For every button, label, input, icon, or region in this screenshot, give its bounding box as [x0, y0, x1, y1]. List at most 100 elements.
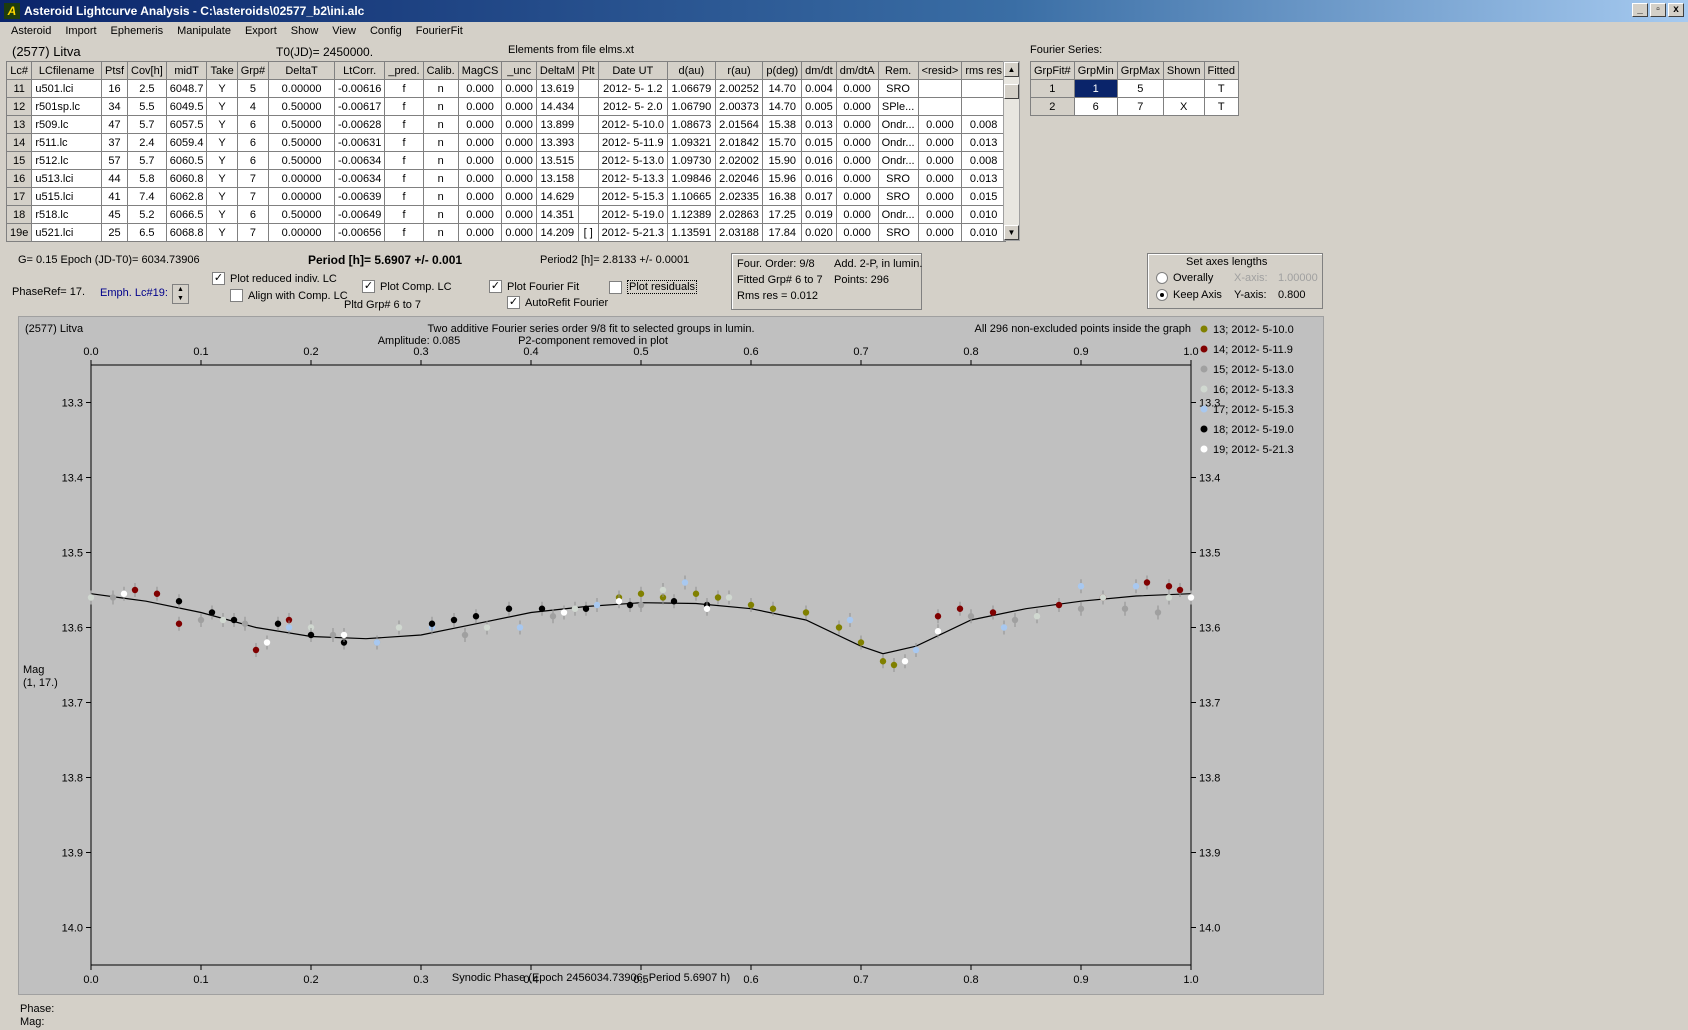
lc-table-cell[interactable]: 25: [101, 223, 128, 242]
lc-col-header[interactable]: dm/dt: [801, 61, 837, 80]
lc-table-cell[interactable]: 2.02046: [714, 169, 764, 188]
lc-table-cell[interactable]: 0.00000: [268, 79, 335, 98]
lc-table-cell[interactable]: 0.000: [835, 187, 879, 206]
fs-table-cell[interactable]: 2: [1030, 97, 1075, 116]
lc-table-cell[interactable]: 0.000: [457, 133, 503, 152]
lc-table-cell[interactable]: 15.70: [762, 133, 803, 152]
lc-table-cell[interactable]: 14.70: [762, 97, 803, 116]
lc-table-row[interactable]: 13 r509.lc 47 5.7 6057.5 Y 6 0.50000 -0.00628 f n 0…: [5, 115, 1006, 134]
lc-table-cell[interactable]: 6: [236, 133, 270, 152]
lc-table-cell[interactable]: n: [422, 187, 459, 206]
lc-table-cell[interactable]: [961, 79, 1006, 98]
lc-table-cell[interactable]: 1.08673: [667, 115, 716, 134]
lc-table-cell[interactable]: 0.019: [801, 205, 837, 224]
lc-table-row[interactable]: 19e u521.lci 25 6.5 6068.8 Y 7 0.00000 -0.00656 f…: [5, 223, 1006, 242]
minimize-button[interactable]: _: [1632, 3, 1648, 17]
lc-table-cell[interactable]: 0.000: [917, 223, 963, 242]
lc-table-cell[interactable]: 2.02863: [714, 205, 764, 224]
fs-table-row[interactable]: 267XT: [1030, 97, 1240, 116]
lc-col-header[interactable]: p(deg): [762, 61, 803, 80]
lc-table-cell[interactable]: 6.5: [127, 223, 167, 242]
lc-table-cell[interactable]: 0.008: [961, 151, 1006, 170]
lc-table-cell[interactable]: 1.09730: [667, 151, 716, 170]
lc-table-cell[interactable]: r518.lc: [31, 205, 103, 224]
lc-col-header[interactable]: Date UT: [597, 61, 669, 80]
lc-table-cell[interactable]: 2.03188: [714, 223, 764, 242]
lc-table-cell[interactable]: -0.00649: [333, 205, 386, 224]
table-scrollbar[interactable]: ▲ ▼: [1003, 61, 1020, 241]
lc-table-cell[interactable]: [917, 97, 963, 116]
fs-table-cell[interactable]: T: [1203, 97, 1240, 116]
lc-table-cell[interactable]: 15.38: [762, 115, 803, 134]
lc-table-cell[interactable]: 0.000: [917, 133, 963, 152]
lc-table-cell[interactable]: f: [384, 115, 424, 134]
lc-table-cell[interactable]: 0.000: [501, 133, 537, 152]
fourier-series-table[interactable]: GrpFit# GrpMin GrpMax Shown Fitted 115T267XT: [1030, 61, 1240, 116]
lc-table-cell[interactable]: [577, 97, 599, 116]
lc-col-header[interactable]: dm/dtA: [835, 61, 879, 80]
fs-col-header[interactable]: GrpMin: [1073, 61, 1118, 80]
lc-table-cell[interactable]: 0.000: [917, 169, 963, 188]
lc-table-cell[interactable]: 0.010: [961, 223, 1006, 242]
lc-table-row[interactable]: 14 r511.lc 37 2.4 6059.4 Y 6 0.50000 -0.00631 f n 0…: [5, 133, 1006, 152]
lc-table-cell[interactable]: 0.000: [457, 187, 503, 206]
lc-table-cell[interactable]: 5.5: [127, 97, 167, 116]
fs-col-header[interactable]: GrpFit#: [1030, 61, 1075, 80]
lc-table-cell[interactable]: u521.lci: [31, 223, 103, 242]
lc-table-cell[interactable]: 15: [5, 151, 33, 170]
lc-table-cell[interactable]: 0.000: [501, 169, 537, 188]
lc-table-cell[interactable]: 2012- 5-13.0: [597, 151, 669, 170]
lc-table-cell[interactable]: 6060.8: [165, 169, 208, 188]
lc-col-header[interactable]: Take: [206, 61, 238, 80]
lc-table-cell[interactable]: 5.8: [127, 169, 167, 188]
lc-table-cell[interactable]: 0.00000: [268, 169, 335, 188]
lc-table-cell[interactable]: 2.02335: [714, 187, 764, 206]
lc-table-cell[interactable]: 0.000: [835, 205, 879, 224]
lc-table-cell[interactable]: 1.09846: [667, 169, 716, 188]
lc-table-cell[interactable]: 0.50000: [268, 97, 335, 116]
lc-table-cell[interactable]: n: [422, 205, 459, 224]
lc-table-cell[interactable]: 2.01564: [714, 115, 764, 134]
lc-table-cell[interactable]: [917, 79, 963, 98]
lc-table-cell[interactable]: 2.00373: [714, 97, 764, 116]
lc-table-cell[interactable]: 0.50000: [268, 205, 335, 224]
lc-table-cell[interactable]: 12: [5, 97, 33, 116]
lc-table-cell[interactable]: 7: [236, 169, 270, 188]
plot-reduced-checkbox[interactable]: ✓ Plot reduced indiv. LC: [212, 272, 337, 285]
lc-table-cell[interactable]: 6066.5: [165, 205, 208, 224]
lc-table-cell[interactable]: 13.393: [535, 133, 579, 152]
lc-table-cell[interactable]: -0.00634: [333, 169, 386, 188]
lc-table-cell[interactable]: 0.50000: [268, 115, 335, 134]
lc-table-cell[interactable]: f: [384, 133, 424, 152]
lc-table-cell[interactable]: 19e: [5, 223, 33, 242]
lc-table-cell[interactable]: 0.013: [801, 115, 837, 134]
lc-table-cell[interactable]: 2.00252: [714, 79, 764, 98]
lc-table-cell[interactable]: 5.7: [127, 151, 167, 170]
yaxis-value[interactable]: 0.800: [1278, 289, 1306, 301]
lc-table-cell[interactable]: 0.010: [961, 205, 1006, 224]
lc-table-cell[interactable]: u515.lci: [31, 187, 103, 206]
lc-col-header[interactable]: Cov[h]: [127, 61, 167, 80]
lc-table-cell[interactable]: Y: [206, 223, 238, 242]
lc-col-header[interactable]: Rem.: [877, 61, 919, 80]
lc-table-cell[interactable]: 6049.5: [165, 97, 208, 116]
lc-table-cell[interactable]: n: [422, 169, 459, 188]
lc-col-header[interactable]: Calib.: [422, 61, 459, 80]
lc-table-cell[interactable]: Y: [206, 205, 238, 224]
lc-table-cell[interactable]: 13.619: [535, 79, 579, 98]
lc-table-cell[interactable]: 4: [236, 97, 270, 116]
lc-table-row[interactable]: 15 r512.lc 57 5.7 6060.5 Y 6 0.50000 -0.00634 f n 0…: [5, 151, 1006, 170]
lc-table-cell[interactable]: r512.lc: [31, 151, 103, 170]
lc-table-cell[interactable]: 44: [101, 169, 128, 188]
lc-table-cell[interactable]: 2012- 5-19.0: [597, 205, 669, 224]
lc-table-cell[interactable]: 0.000: [501, 79, 537, 98]
lc-table-cell[interactable]: 0.020: [801, 223, 837, 242]
lc-table-cell[interactable]: 17.25: [762, 205, 803, 224]
lc-table-cell[interactable]: Y: [206, 133, 238, 152]
lc-table-cell[interactable]: 7.4: [127, 187, 167, 206]
lc-table-cell[interactable]: f: [384, 169, 424, 188]
lc-table-cell[interactable]: 1.12389: [667, 205, 716, 224]
lc-table-cell[interactable]: 0.015: [961, 187, 1006, 206]
lc-table-cell[interactable]: 2.01842: [714, 133, 764, 152]
lc-table-cell[interactable]: 7: [236, 187, 270, 206]
